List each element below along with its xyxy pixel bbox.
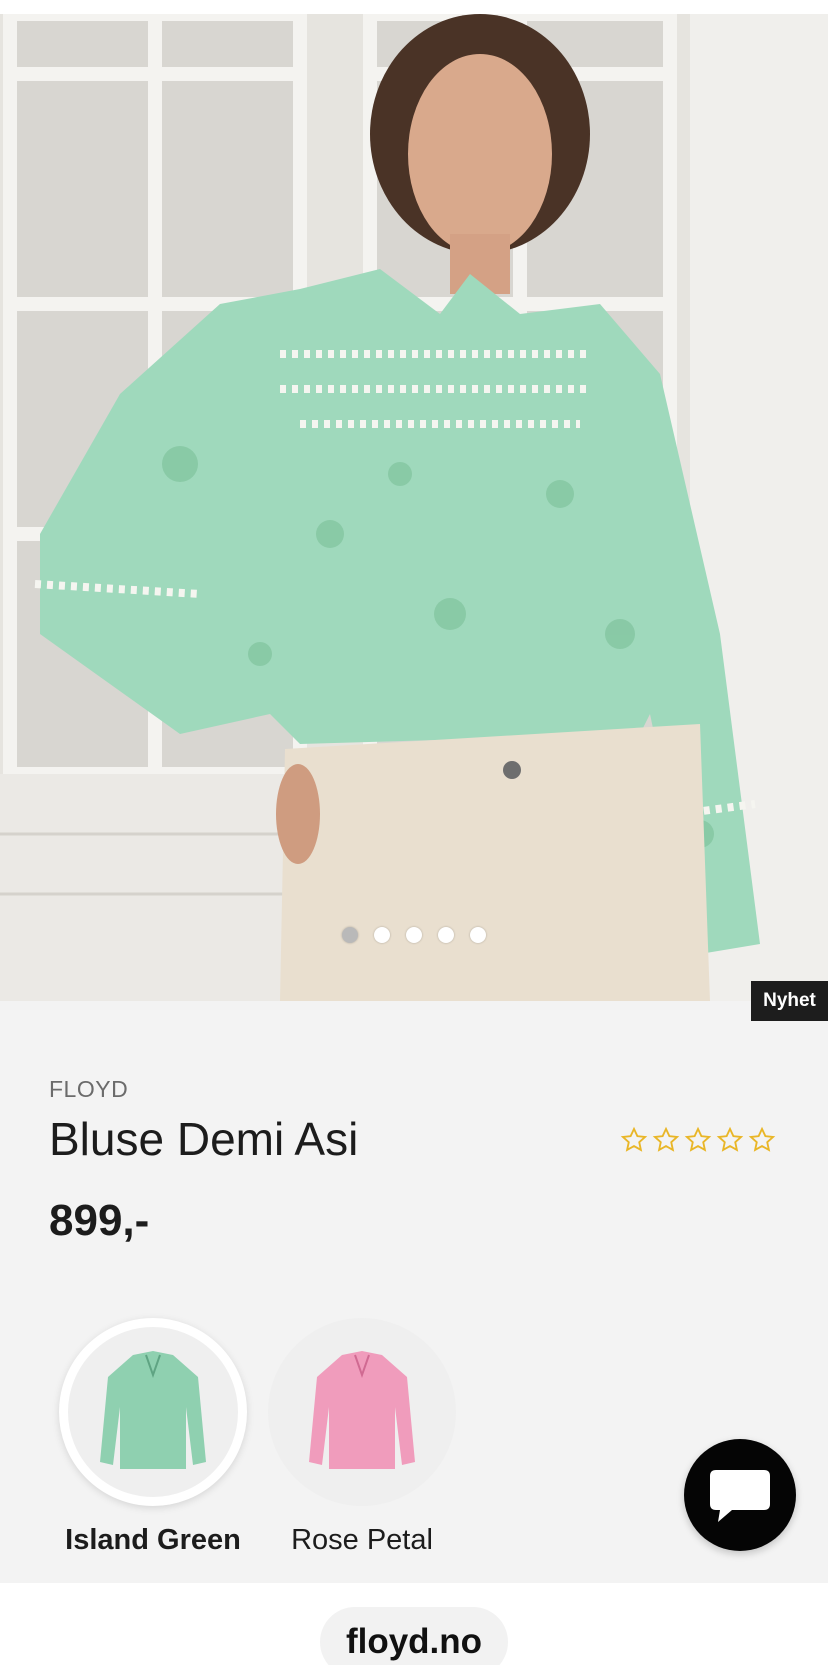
swatch-label: Rose Petal [291,1524,433,1556]
gallery-dot-3[interactable] [406,927,422,943]
blouse-thumbnail-icon [309,1351,415,1469]
product-price: 899,- [49,1196,150,1245]
product-photo [0,14,828,1001]
rating-stars[interactable] [620,1126,776,1154]
top-strip [0,0,828,14]
address-bar[interactable]: floyd.no [320,1607,508,1665]
chat-button[interactable] [684,1439,796,1551]
star-icon [716,1126,744,1152]
gallery-dot-2[interactable] [374,927,390,943]
star-icon [620,1126,648,1152]
swatch-thumbnail [59,1318,247,1506]
color-swatch-rose-petal[interactable]: Rose Petal [268,1318,456,1557]
chat-bubble-icon [710,1470,770,1522]
swatch-label: Island Green [65,1524,241,1556]
gallery-dot-4[interactable] [438,927,454,943]
gallery-dot-1[interactable] [342,927,358,943]
product-brand[interactable]: FLOYD [49,1076,128,1103]
swatch-thumbnail [268,1318,456,1506]
star-icon [748,1126,776,1152]
product-title: Bluse Demi Asi [49,1113,359,1165]
new-badge: Nyhet [751,981,828,1021]
star-icon [684,1126,712,1152]
star-icon [652,1126,680,1152]
gallery-dot-5[interactable] [470,927,486,943]
gallery-pagination [0,927,828,943]
blouse-thumbnail-icon [100,1351,206,1469]
product-image[interactable] [0,14,828,1001]
color-swatch-island-green[interactable]: Island Green [59,1318,247,1557]
